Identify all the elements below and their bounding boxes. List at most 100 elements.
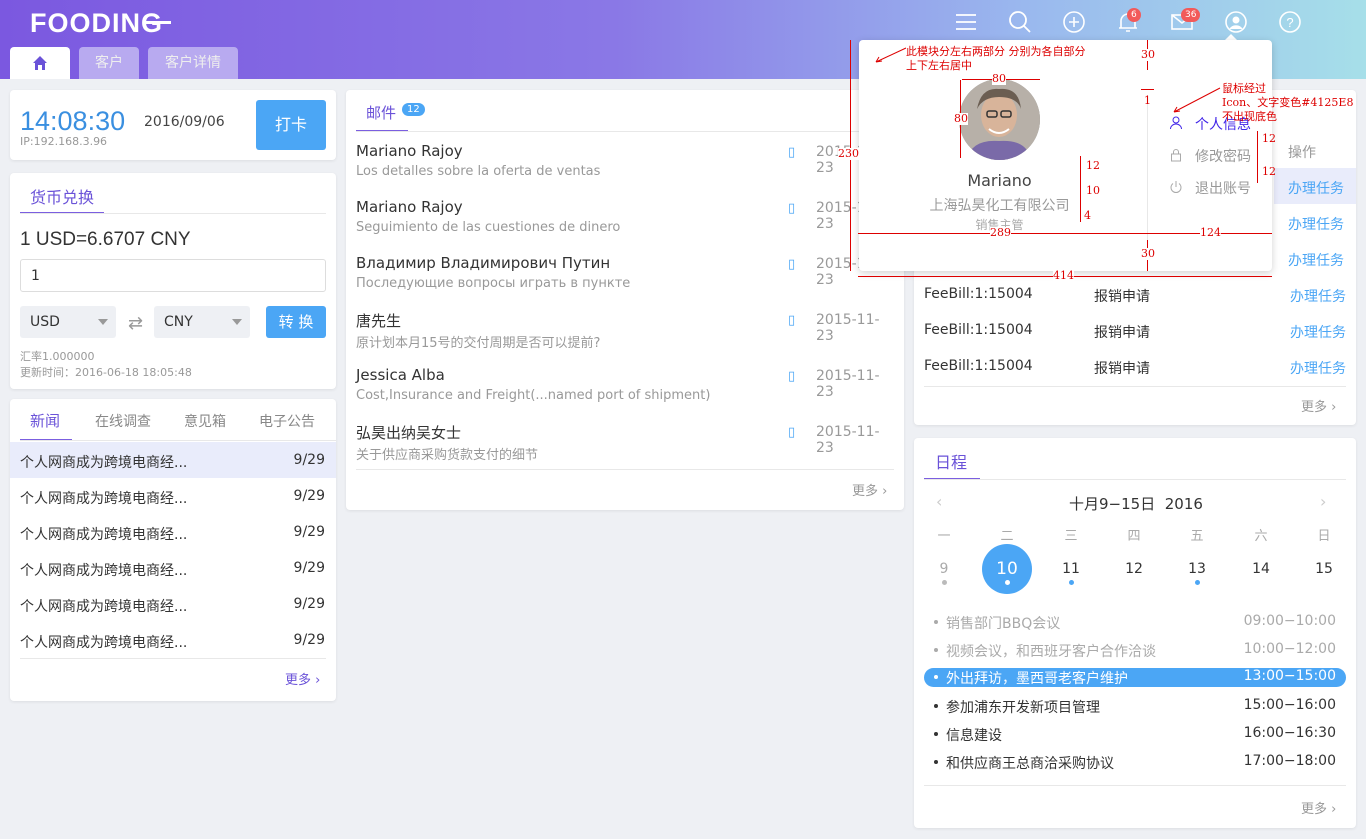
clock-card: 14:08:30 2016/09/06 IP:192.168.3.96 打卡: [10, 90, 336, 160]
tab-customer[interactable]: 客户: [79, 47, 139, 79]
measure-label: 30: [1141, 247, 1155, 260]
list-item[interactable]: 个人网商成为跨境电商经... 9/29: [10, 442, 336, 478]
add-icon[interactable]: [1062, 10, 1086, 34]
news-title: 个人网商成为跨境电商经...: [20, 491, 188, 507]
weekday-label: 六: [1254, 529, 1268, 544]
list-item[interactable]: 个人网商成为跨境电商经... 9/29: [10, 514, 336, 550]
news-more-link[interactable]: 更多 ›: [285, 669, 320, 688]
mail-more-link[interactable]: 更多 ›: [852, 480, 887, 499]
day-cell[interactable]: 9: [919, 561, 969, 577]
prev-week-icon[interactable]: ‹: [936, 492, 942, 511]
task-action-link[interactable]: 办理任务: [1288, 250, 1344, 270]
menu-icon[interactable]: [954, 10, 978, 34]
help-icon[interactable]: ?: [1278, 10, 1302, 34]
measure-label: 124: [1200, 226, 1221, 239]
mail-item[interactable]: Mariano Rajoy Los detalles sobre la ofert…: [356, 142, 894, 198]
tab-home[interactable]: [10, 47, 70, 79]
schedule-event[interactable]: 信息建设 16:00−16:30: [924, 725, 1346, 744]
measure-line: [1141, 89, 1154, 90]
more-label: 更多: [1301, 400, 1328, 415]
from-currency-select[interactable]: USD: [20, 306, 116, 338]
day-cell-selected[interactable]: 10: [982, 559, 1032, 579]
user-icon[interactable]: [1224, 10, 1248, 34]
bullet: [934, 620, 938, 624]
from-currency-value: USD: [30, 314, 60, 330]
more-label: 更多: [852, 484, 879, 499]
divider: [924, 479, 1346, 480]
measure-label: 12: [1262, 165, 1276, 178]
mail-item[interactable]: Jessica Alba Cost,Insurance and Freight(.…: [356, 366, 894, 422]
search-icon[interactable]: [1008, 10, 1032, 34]
mail-item[interactable]: Mariano Rajoy Seguimiento de las cuestion…: [356, 198, 894, 254]
tab-announcement[interactable]: 电子公告: [259, 411, 315, 431]
tasks-more-link[interactable]: 更多 ›: [1301, 396, 1336, 415]
lock-icon: [1171, 149, 1181, 162]
punch-button[interactable]: 打卡: [256, 100, 326, 150]
chevron-down-icon: [232, 319, 242, 325]
event-name: 外出拜访，墨西哥老客户维护: [946, 671, 1128, 687]
swap-icon[interactable]: ⇄: [128, 313, 143, 334]
event-dot: [1005, 580, 1010, 585]
annotation-note: 上下左右居中: [906, 59, 972, 72]
convert-button[interactable]: 转 换: [266, 306, 326, 338]
list-item[interactable]: 个人网商成为跨境电商经... 9/29: [10, 550, 336, 586]
list-item[interactable]: 个人网商成为跨境电商经... 9/29: [10, 478, 336, 514]
mail-item[interactable]: 唐先生 原计划本月15号的交付周期是否可以提前? ▯ 2015-11-23: [356, 310, 894, 366]
list-item[interactable]: 个人网商成为跨境电商经... 9/29: [10, 586, 336, 622]
list-item[interactable]: 个人网商成为跨境电商经... 9/29: [10, 622, 336, 658]
more-label: 更多: [285, 673, 312, 688]
bullet: [934, 760, 938, 764]
clock-time: 14:08:30: [20, 106, 126, 136]
schedule-event[interactable]: 参加浦东开发新项目管理 15:00−16:00: [924, 697, 1346, 716]
mail-subject: 原计划本月15号的交付周期是否可以提前?: [356, 336, 601, 351]
mail-sender: Владимир Владимирович Путин: [356, 254, 611, 272]
event-time: 16:00−16:30: [1243, 725, 1336, 741]
schedule-event[interactable]: 销售部门BBQ会议 09:00−10:00: [924, 613, 1346, 632]
mail-title: 邮件: [366, 104, 397, 122]
mail-item[interactable]: Владимир Владимирович Путин Последующие в…: [356, 254, 894, 310]
schedule-event-current[interactable]: 外出拜访，墨西哥老客户维护 13:00−15:00: [924, 668, 1346, 687]
attachment-icon: ▯: [788, 201, 796, 216]
event-dot: [1195, 580, 1200, 585]
mail-badge: 36: [1181, 8, 1201, 22]
to-currency-select[interactable]: CNY: [154, 306, 250, 338]
event-time: 09:00−10:00: [1243, 613, 1336, 629]
mail-subject: 关于供应商采购货款支付的细节: [356, 448, 539, 463]
news-date: 9/29: [293, 560, 325, 576]
schedule-event[interactable]: 视频会议，和西班牙客户合作洽谈 10:00−12:00: [924, 641, 1346, 660]
tab-suggestion[interactable]: 意见箱: [184, 411, 226, 431]
task-action-link[interactable]: 办理任务: [1290, 286, 1346, 306]
annotation-arrow: [1173, 87, 1221, 113]
tab-news[interactable]: 新闻: [30, 410, 60, 431]
day-cell[interactable]: 11: [1046, 561, 1096, 577]
schedule-more-link[interactable]: 更多 ›: [1301, 798, 1336, 817]
mail-card: 邮件 12 Mariano Rajoy Los detalles sobre la…: [346, 90, 904, 510]
weekday-label: 二: [1000, 529, 1014, 544]
schedule-title: 日程: [935, 453, 968, 472]
bullet: [934, 704, 938, 708]
tab-customer-detail[interactable]: 客户详情: [148, 47, 238, 79]
task-id: FeeBill:1:15004: [924, 322, 1033, 338]
more-label: 更多: [1301, 802, 1328, 817]
menu-item-label: 退出账号: [1195, 181, 1251, 197]
task-action-link[interactable]: 办理任务: [1290, 358, 1346, 378]
day-cell[interactable]: 12: [1109, 561, 1159, 577]
task-action-link[interactable]: 办理任务: [1290, 322, 1346, 342]
divider: [356, 131, 894, 132]
news-date: 9/29: [293, 452, 325, 468]
mail-sender: Mariano Rajoy: [356, 198, 463, 216]
event-dot: [1069, 580, 1074, 585]
day-cell[interactable]: 13: [1172, 561, 1222, 577]
amount-input[interactable]: 1: [20, 259, 326, 292]
next-week-icon[interactable]: ›: [1320, 492, 1326, 511]
mail-sender: 唐先生: [356, 312, 402, 330]
schedule-event[interactable]: 和供应商王总商洽采购协议 17:00−18:00: [924, 753, 1346, 772]
day-cell[interactable]: 14: [1236, 561, 1286, 577]
task-action-link[interactable]: 办理任务: [1288, 214, 1344, 234]
news-title: 个人网商成为跨境电商经...: [20, 635, 188, 651]
weekday-label: 日: [1317, 529, 1331, 544]
event-time: 17:00−18:00: [1243, 753, 1336, 769]
task-action-link[interactable]: 办理任务: [1288, 178, 1344, 198]
tab-survey[interactable]: 在线调查: [95, 411, 151, 431]
day-cell[interactable]: 15: [1299, 561, 1349, 577]
